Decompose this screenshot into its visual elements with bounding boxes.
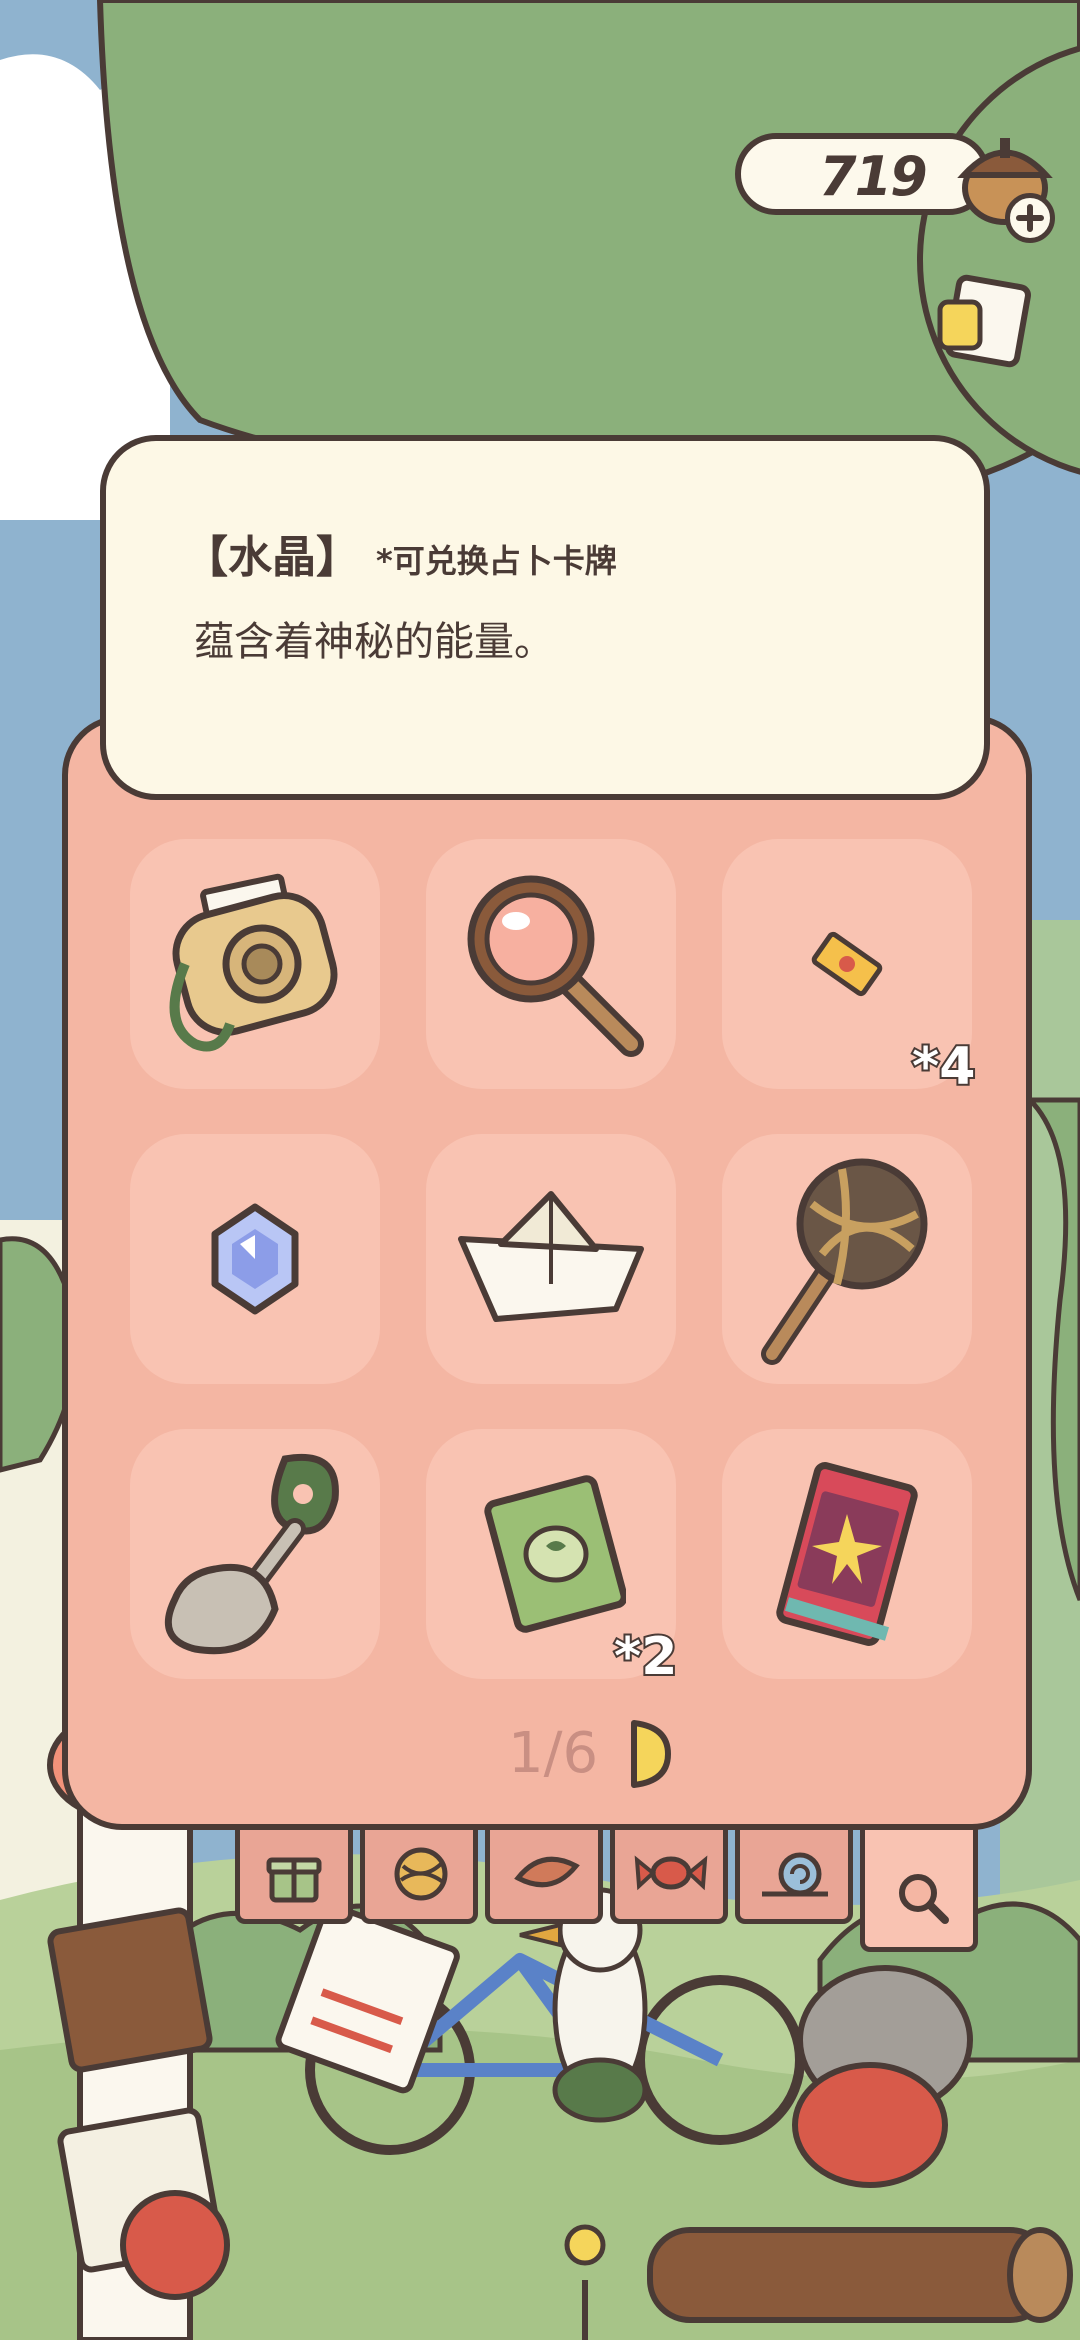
snail-icon bbox=[762, 1852, 828, 1897]
seed-packet-icon bbox=[476, 1474, 628, 1638]
item-note: *可兑换占卜卡牌 bbox=[376, 542, 617, 580]
tab-snail[interactable] bbox=[735, 1828, 853, 1924]
letter-icon[interactable] bbox=[935, 272, 1035, 382]
leaf-icon bbox=[514, 1856, 580, 1888]
currency-value: 719 bbox=[819, 145, 928, 208]
chevron-right-icon bbox=[631, 1720, 671, 1788]
yarn-stick-icon bbox=[742, 1144, 962, 1378]
inventory-slot-yarn-stick[interactable] bbox=[722, 1134, 972, 1384]
inventory-slot-ticket[interactable]: *4 bbox=[722, 839, 977, 1099]
item-count: *2 bbox=[612, 1625, 679, 1689]
inventory-slot-magnifier[interactable] bbox=[426, 839, 676, 1089]
shovel-icon bbox=[155, 1439, 365, 1673]
search-icon bbox=[899, 1874, 949, 1924]
inventory-slot-crystal[interactable] bbox=[130, 1134, 380, 1384]
inventory-slot-card-box[interactable] bbox=[722, 1429, 972, 1679]
plus-icon[interactable] bbox=[1005, 193, 1055, 243]
paper-boat-icon bbox=[451, 1189, 651, 1333]
inventory-panel: *4 *2 1/6 bbox=[62, 715, 1032, 1830]
inventory-slot-seed-packet[interactable]: *2 bbox=[426, 1429, 679, 1689]
item-count: *4 bbox=[910, 1035, 977, 1099]
item-info-card: 【水晶】 *可兑换占卜卡牌 蕴含着神秘的能量。 bbox=[100, 435, 990, 800]
inventory-slot-paper-boat[interactable] bbox=[426, 1134, 676, 1384]
item-name: 【水晶】 bbox=[184, 532, 360, 583]
next-page-button[interactable] bbox=[628, 1719, 672, 1789]
magnifying-glass-icon bbox=[446, 859, 656, 1073]
camera-icon bbox=[150, 854, 360, 1068]
yarn-ball-icon bbox=[394, 1847, 448, 1901]
item-description: 蕴含着神秘的能量。 bbox=[194, 619, 554, 665]
inventory-slot-shovel[interactable] bbox=[130, 1429, 380, 1679]
card-box-icon bbox=[767, 1454, 927, 1658]
tab-candy[interactable] bbox=[610, 1828, 728, 1924]
gift-icon bbox=[266, 1857, 322, 1903]
ticket-icon bbox=[802, 919, 892, 1013]
crystal-icon bbox=[200, 1199, 310, 1323]
page-indicator: 1/6 bbox=[508, 1721, 599, 1786]
tab-yarn[interactable] bbox=[360, 1828, 478, 1924]
tab-leaves[interactable] bbox=[485, 1828, 603, 1924]
tab-search[interactable] bbox=[860, 1828, 978, 1952]
candy-icon bbox=[634, 1855, 708, 1891]
inventory-slot-camera[interactable] bbox=[130, 839, 380, 1089]
tab-gifts[interactable] bbox=[235, 1828, 353, 1924]
